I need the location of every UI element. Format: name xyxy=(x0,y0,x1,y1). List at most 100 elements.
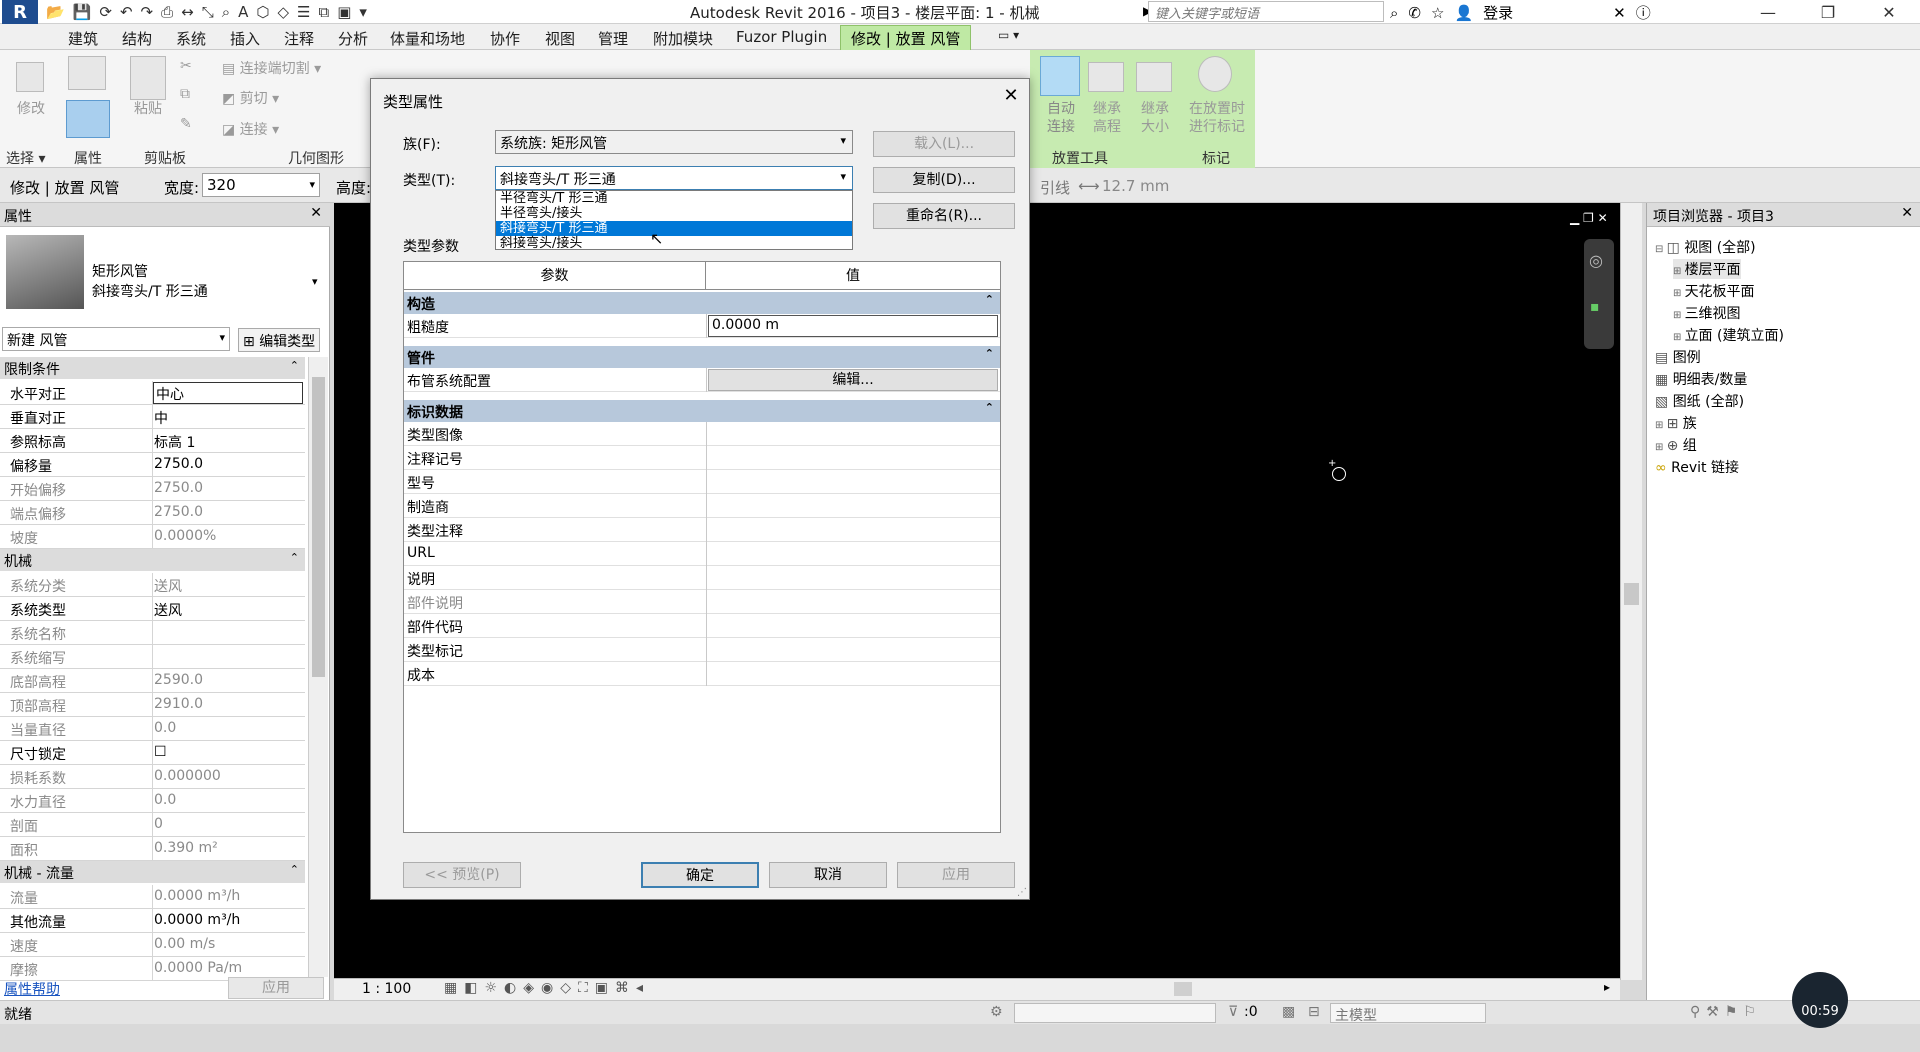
section-mech-flow[interactable]: 机械 - 流量 ⌃ xyxy=(0,861,305,883)
edit-type-button[interactable]: ⊞ 编辑类型 xyxy=(238,328,321,352)
copy-icon[interactable]: ⧉ xyxy=(180,86,190,102)
property-value[interactable]: 2750.0 xyxy=(154,456,203,472)
expand-icon[interactable]: ⊞ xyxy=(1673,266,1685,277)
search-input[interactable]: 键入关键字或短语 xyxy=(1148,1,1384,22)
tab-analyze[interactable]: 分析 xyxy=(338,28,368,49)
close-icon[interactable]: ✕ xyxy=(310,205,322,221)
canvas-vertical-scrollbar[interactable] xyxy=(1620,203,1642,980)
duplicate-button[interactable]: 复制(D)... xyxy=(873,167,1015,193)
close-icon[interactable]: ✕ xyxy=(1901,205,1913,221)
instance-filter-select[interactable]: 新建 风管 ▾ xyxy=(2,327,230,351)
property-value[interactable]: 中 xyxy=(154,408,168,428)
dropdown-option[interactable]: 半径弯头/接头 xyxy=(496,206,852,221)
ok-button[interactable]: 确定 xyxy=(641,862,759,888)
browser-item[interactable]: ⊞ 立面 (建筑立面) xyxy=(1673,325,1784,345)
browser-item[interactable]: ⊟ ◫ 视图 (全部) xyxy=(1655,237,1756,257)
expand-icon[interactable]: ⊞ xyxy=(1655,420,1667,431)
param-row[interactable]: URL xyxy=(404,542,1000,566)
panel-select-dropdown[interactable]: 选择 ▾ xyxy=(6,148,45,168)
tag-icon[interactable]: ⌕ xyxy=(222,3,230,21)
inherit-elevation-button[interactable]: 继承 高程 xyxy=(1082,100,1132,136)
browser-item[interactable]: ▦ 明细表/数量 xyxy=(1655,369,1747,389)
measure-icon[interactable]: ↔ xyxy=(181,3,194,21)
apply-button[interactable]: 应用 xyxy=(897,862,1015,888)
favorites-icon[interactable]: ☆ xyxy=(1431,4,1444,22)
tab-collaborate[interactable]: 协作 xyxy=(490,28,520,49)
dropdown-option[interactable]: 斜接弯头/接头 xyxy=(496,236,852,251)
minimize-icon[interactable]: — xyxy=(1745,0,1791,24)
horizontal-scrollbar-thumb[interactable] xyxy=(1174,982,1192,996)
subscription-icon[interactable]: ✆ xyxy=(1408,4,1421,22)
tag-on-placement-icon[interactable] xyxy=(1198,56,1232,92)
exchange-icon[interactable]: ✕ xyxy=(1613,4,1626,22)
tab-architecture[interactable]: 建筑 xyxy=(68,28,98,49)
property-value[interactable]: 0.0000 Pa/m xyxy=(154,960,242,976)
scrollbar-thumb[interactable] xyxy=(1624,583,1639,605)
join-button[interactable]: ◪ 连接 ▾ xyxy=(222,119,279,139)
view-scale[interactable]: 1 : 100 xyxy=(362,981,411,997)
property-value[interactable]: 送风 xyxy=(154,600,182,620)
tab-annotate[interactable]: 注释 xyxy=(284,28,314,49)
view-window-controls[interactable]: ▁ ❐ ✕ xyxy=(1570,211,1608,225)
param-row[interactable]: 类型图像 xyxy=(404,422,1000,446)
close-window-icon[interactable]: ✕ xyxy=(1866,0,1912,24)
preview-button[interactable]: << 预览(P) xyxy=(403,862,521,888)
param-row[interactable]: 说明 xyxy=(404,566,1000,590)
worksets-icon[interactable]: ⚙ xyxy=(990,1004,1003,1020)
param-row[interactable]: 型号 xyxy=(404,470,1000,494)
app-menu-button[interactable]: R xyxy=(2,0,38,24)
property-value[interactable]: 送风 xyxy=(154,576,182,596)
text-icon[interactable]: A xyxy=(238,3,248,21)
dimension-icon[interactable]: ⤡ xyxy=(202,3,214,21)
tab-massing-site[interactable]: 体量和场地 xyxy=(390,28,465,49)
view-control-icons[interactable]: ▦◧☼◐◈◉◇⛶▣⌘◂ xyxy=(444,980,650,996)
open-icon[interactable]: 📂 xyxy=(46,3,65,21)
undo-icon[interactable]: ↶ xyxy=(120,3,133,21)
3d-view-icon[interactable]: ⬡ xyxy=(256,3,269,21)
width-select[interactable]: 320 ▾ xyxy=(202,173,320,197)
match-icon[interactable]: ✎ xyxy=(180,116,192,132)
param-row[interactable]: 部件代码 xyxy=(404,614,1000,638)
expand-icon[interactable]: ⊞ xyxy=(1655,442,1667,453)
rename-button[interactable]: 重命名(R)... xyxy=(873,203,1015,229)
cope-button[interactable]: ▤ 连接端切割 ▾ xyxy=(222,58,321,78)
expand-icon[interactable]: ⊞ xyxy=(1673,310,1685,321)
dropdown-option[interactable]: 斜接弯头/T 形三通 xyxy=(496,221,852,236)
properties-help-link[interactable]: 属性帮助 xyxy=(4,979,60,999)
expand-icon[interactable]: ⊞ xyxy=(1673,288,1685,299)
family-select[interactable]: 系统族: 矩形风管 ▾ xyxy=(495,130,853,154)
zoom-icon[interactable]: ▪ xyxy=(1590,299,1600,315)
section-construction[interactable]: 构造 ⌃ xyxy=(404,292,1000,314)
auto-connect-button[interactable]: 自动 连接 xyxy=(1036,100,1086,136)
param-row[interactable]: 部件说明 xyxy=(404,590,1000,614)
load-button[interactable]: 载入(L)... xyxy=(873,131,1015,157)
tab-manage[interactable]: 管理 xyxy=(598,28,628,49)
modify-button[interactable]: 修改 xyxy=(6,100,56,118)
properties-icon[interactable] xyxy=(66,100,110,138)
close-hidden-icon[interactable]: ⧉ xyxy=(319,3,330,21)
property-value[interactable]: 0.000000 xyxy=(154,768,221,784)
property-value[interactable]: 标高 1 xyxy=(154,432,195,452)
redo-icon[interactable]: ↷ xyxy=(141,3,154,21)
property-value[interactable]: 中心 xyxy=(153,382,303,404)
workset-select[interactable] xyxy=(1014,1003,1216,1023)
property-value[interactable]: 2750.0 xyxy=(154,480,203,496)
scroll-right-icon[interactable]: ▸ xyxy=(1604,980,1610,994)
routing-edit-button[interactable]: 编辑... xyxy=(708,369,998,391)
paste-icon[interactable] xyxy=(130,56,166,100)
editable-only-icon[interactable]: ⊟ xyxy=(1308,1004,1320,1020)
tab-systems[interactable]: 系统 xyxy=(176,28,206,49)
help-icon[interactable]: ⓘ xyxy=(1636,2,1651,23)
section-icon[interactable]: ◇ xyxy=(278,3,290,21)
property-value[interactable]: 0.0000 m³/h xyxy=(154,912,240,928)
property-value[interactable]: 2750.0 xyxy=(154,504,203,520)
property-value[interactable]: 0.0000 m³/h xyxy=(154,888,240,904)
selection-toggle-icons[interactable]: ⚲⚒⚑⚐ xyxy=(1690,1004,1762,1020)
property-value[interactable]: 2910.0 xyxy=(154,696,203,712)
inherit-size-icon[interactable] xyxy=(1136,62,1172,92)
dropdown-option[interactable]: 半径弯头/T 形三通 xyxy=(496,191,852,206)
binoculars-icon[interactable]: ⌕ xyxy=(1390,4,1398,22)
print-icon[interactable]: ⎙ xyxy=(161,3,173,21)
auto-connect-icon[interactable] xyxy=(1040,56,1080,96)
cancel-button[interactable]: 取消 xyxy=(769,862,887,888)
